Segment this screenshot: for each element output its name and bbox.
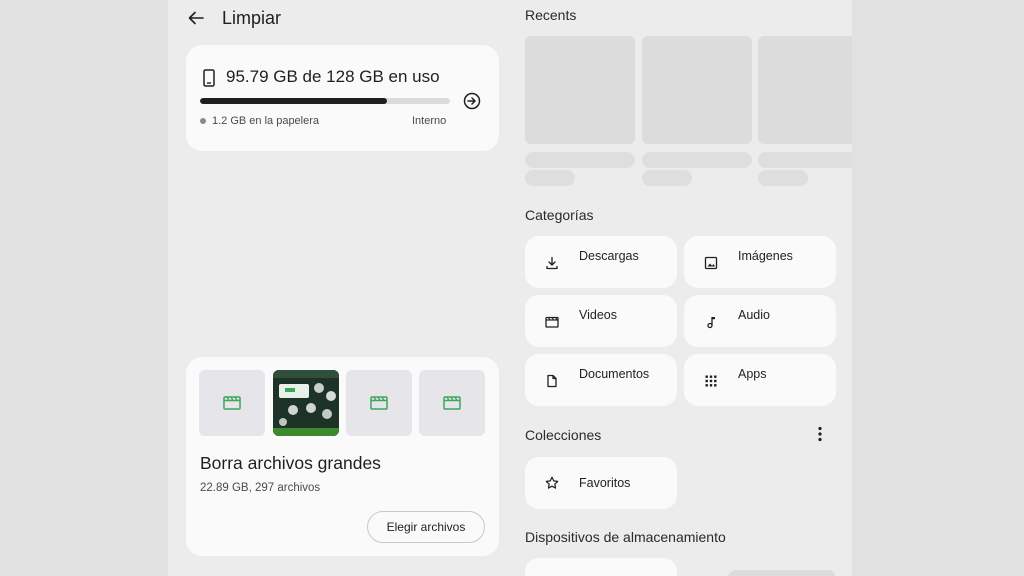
download-icon [546, 256, 558, 270]
preview-image [273, 370, 339, 436]
recent-subtitle-placeholder [758, 170, 808, 186]
thumbnail-video[interactable] [419, 370, 485, 436]
large-files-title: Borra archivos grandes [200, 453, 381, 473]
trash-text: 1.2 GB en la papelera [212, 115, 320, 127]
category-label: Audio [738, 308, 770, 322]
category-downloads[interactable]: Descargas [525, 236, 677, 288]
trash-dot [200, 118, 206, 124]
video-clapper-icon [370, 396, 388, 410]
category-audio[interactable]: Audio [684, 295, 836, 347]
main-area: Limpiar 95.79 GB de 128 GB en uso 1.2 GB… [168, 0, 852, 576]
recent-thumbnail-placeholder [758, 36, 852, 144]
category-label: Descargas [579, 249, 639, 263]
thumbnail-video[interactable] [346, 370, 412, 436]
recent-subtitle-placeholder [525, 170, 575, 186]
recent-thumbnail-placeholder [525, 36, 635, 144]
page-title: Limpiar [222, 8, 282, 28]
category-label: Documentos [579, 367, 650, 381]
storage-progress-bar [200, 98, 450, 104]
choose-files-button[interactable]: Elegir archivos [367, 511, 485, 543]
category-apps[interactable]: Apps [684, 354, 836, 406]
more-vert-icon[interactable] [813, 425, 827, 443]
thumbnail-image[interactable] [273, 370, 339, 436]
right-margin [852, 0, 1024, 576]
recent-title-placeholder [525, 152, 635, 168]
category-images[interactable]: Imágenes [684, 236, 836, 288]
phone-icon [203, 69, 215, 87]
storage-devices-heading: Dispositivos de almacenamiento [525, 529, 726, 545]
video-icon [545, 316, 559, 328]
arrow-forward-circle-icon[interactable] [463, 92, 481, 110]
storage-usage-text: 95.79 GB de 128 GB en uso [226, 67, 440, 86]
recent-thumbnail-placeholder [642, 36, 752, 144]
large-files-subtitle: 22.89 GB, 297 archivos [200, 482, 321, 494]
document-icon [547, 374, 557, 388]
recent-subtitle-placeholder [642, 170, 692, 186]
back-button[interactable] [186, 8, 206, 28]
category-label: Apps [738, 367, 767, 381]
categories-heading: Categorías [525, 207, 594, 223]
star-icon [545, 476, 559, 489]
collections-heading: Colecciones [525, 427, 602, 443]
collection-label: Favoritos [579, 476, 631, 490]
music-note-icon [707, 317, 715, 329]
video-clapper-icon [443, 396, 461, 410]
storage-device-card-placeholder [728, 570, 836, 576]
arrow-back-icon [188, 11, 204, 25]
left-margin [0, 0, 168, 576]
storage-progress-fill [200, 98, 388, 104]
thumbnail-video[interactable] [199, 370, 265, 436]
large-files-card: Borra archivos grandes 22.89 GB, 297 arc… [186, 357, 499, 556]
image-icon [704, 256, 718, 270]
storage-device-card[interactable] [525, 558, 677, 576]
storage-card[interactable]: 95.79 GB de 128 GB en uso 1.2 GB en la p… [186, 45, 499, 151]
recent-title-placeholder [758, 152, 852, 168]
category-videos[interactable]: Videos [525, 295, 677, 347]
apps-grid-icon [705, 375, 717, 387]
collection-favorites[interactable]: Favoritos [525, 457, 677, 509]
storage-location: Interno [412, 115, 447, 127]
recents-heading: Recents [525, 7, 577, 23]
video-clapper-icon [223, 396, 241, 410]
category-label: Imágenes [738, 249, 793, 263]
category-label: Videos [579, 308, 617, 322]
category-documents[interactable]: Documentos [525, 354, 677, 406]
recent-title-placeholder [642, 152, 752, 168]
